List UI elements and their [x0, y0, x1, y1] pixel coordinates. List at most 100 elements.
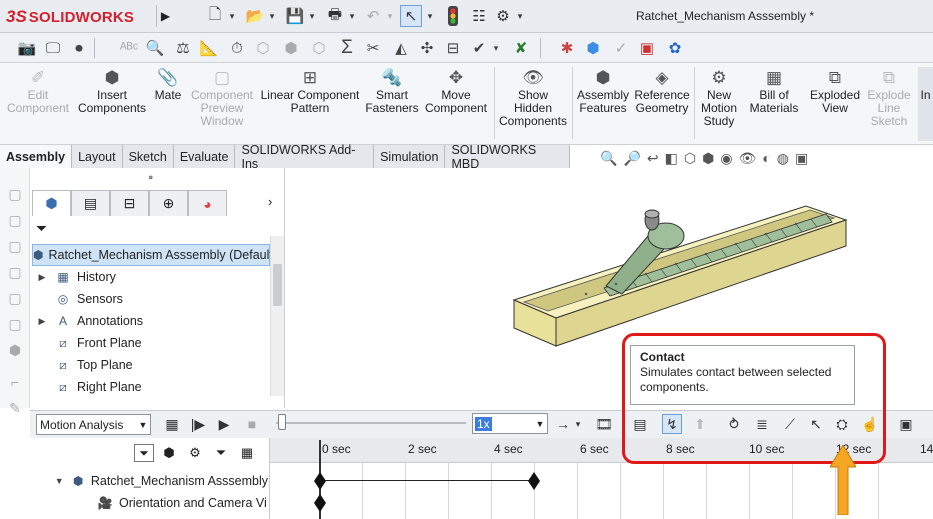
- panel-grip-icon[interactable]: ●: [148, 172, 153, 182]
- tree-item-top-plane[interactable]: ⧄ Top Plane: [36, 354, 270, 376]
- select-cursor-icon[interactable]: ↖: [400, 5, 422, 27]
- strip-part-icon[interactable]: ⬢: [6, 342, 24, 360]
- filter-animated-icon[interactable]: ⬢: [158, 445, 180, 461]
- tools-icon[interactable]: ✂: [362, 37, 384, 59]
- filter-driving-icon[interactable]: ⚙: [184, 445, 206, 461]
- play-from-start-icon[interactable]: |▶: [188, 414, 208, 434]
- tab-evaluate[interactable]: Evaluate: [173, 145, 236, 168]
- strip-sketch-icon[interactable]: ⌐: [6, 374, 24, 392]
- strip-tool-icon[interactable]: ✎: [6, 400, 24, 418]
- hide-show-icon[interactable]: 👁: [739, 150, 757, 167]
- tree-item-annotations[interactable]: ▶ A Annotations: [36, 310, 270, 332]
- mass-properties-icon[interactable]: ⚖: [172, 37, 194, 59]
- spell-check-icon[interactable]: ᴬᴮᶜ: [118, 37, 140, 59]
- sigma-equations-icon[interactable]: Σ: [336, 37, 358, 59]
- mate-button[interactable]: 📎 Mate: [150, 67, 186, 102]
- undo-icon[interactable]: ↶: [362, 5, 384, 27]
- strip-part-icon[interactable]: ▢: [6, 264, 24, 282]
- word-export-icon[interactable]: ▣: [636, 37, 658, 59]
- reference-geometry-button[interactable]: ◈ Reference Geometry: [632, 67, 692, 115]
- zoom-to-fit-icon[interactable]: 🔍: [600, 150, 617, 167]
- record-icon[interactable]: ⏺: [68, 37, 90, 59]
- calculate-icon[interactable]: ▦: [162, 414, 182, 434]
- menu-expand-arrow-icon[interactable]: ▶: [156, 5, 174, 27]
- save-animation-icon[interactable]: 🎞: [594, 414, 614, 434]
- tab-mbd[interactable]: SOLIDWORKS MBD: [445, 143, 570, 171]
- strip-part-icon[interactable]: ▢: [6, 212, 24, 230]
- performance-evaluation-icon[interactable]: ⏱: [226, 37, 248, 59]
- move-component-button[interactable]: ✥ Move Component: [422, 67, 490, 115]
- tree-item-sensors[interactable]: ◎ Sensors: [36, 288, 270, 310]
- tree-scrollbar[interactable]: [270, 236, 284, 396]
- open-folder-icon[interactable]: 📂: [244, 5, 266, 27]
- options-dropdown-icon[interactable]: ▾: [514, 5, 526, 27]
- part-icon[interactable]: ⬡: [308, 37, 330, 59]
- apply-scene-icon[interactable]: ◍: [777, 150, 789, 167]
- playback-speed-select[interactable]: 1x ▼: [472, 413, 548, 434]
- dynamic-annotation-icon[interactable]: ⬡: [684, 150, 696, 167]
- save-icon[interactable]: 💾: [284, 5, 306, 27]
- results-plots-icon[interactable]: ▣: [896, 414, 916, 434]
- key-point-start[interactable]: [313, 472, 327, 490]
- options-gear-icon[interactable]: ⚙: [492, 5, 514, 27]
- tree-root-assembly[interactable]: ⬢ Ratchet_Mechanism Asssembly (Default: [32, 244, 273, 266]
- camera-icon[interactable]: 📷: [16, 37, 38, 59]
- zoom-to-area-icon[interactable]: 🔎: [623, 150, 640, 167]
- tab-simulation[interactable]: Simulation: [374, 145, 446, 168]
- screen-capture-icon[interactable]: 🖵: [42, 37, 64, 59]
- rebuild-icon[interactable]: ⬢: [582, 37, 604, 59]
- check-icon[interactable]: ⬡: [252, 37, 274, 59]
- playback-mode-arrow-icon[interactable]: →: [553, 414, 573, 434]
- show-hidden-components-button[interactable]: 👁 Show Hidden Components: [496, 67, 570, 128]
- print-icon[interactable]: 🖶: [324, 5, 346, 27]
- tree-item-front-plane[interactable]: ⧄ Front Plane: [36, 332, 270, 354]
- playback-slider-thumb[interactable]: [278, 414, 286, 430]
- strip-part-icon[interactable]: ▢: [6, 316, 24, 334]
- playback-slider-track[interactable]: [276, 422, 466, 424]
- explode-line-sketch-button[interactable]: ⧉ Explode Line Sketch: [864, 67, 914, 128]
- save-dropdown-icon[interactable]: ▾: [306, 5, 318, 27]
- new-dropdown-icon[interactable]: ▾: [226, 5, 238, 27]
- scrollbar-thumb[interactable]: [273, 264, 282, 306]
- motion-tree-camera[interactable]: 🎥 Orientation and Camera Vi: [96, 492, 268, 514]
- new-motion-study-button[interactable]: ⚙ New Motion Study: [696, 67, 742, 128]
- assembly-features-button[interactable]: ⬢ Assembly Features: [574, 67, 632, 115]
- property-manager-tab[interactable]: ▤: [71, 190, 110, 216]
- rebuild-traffic-light-icon[interactable]: [442, 5, 464, 27]
- bill-of-materials-button[interactable]: ▦ Bill of Materials: [746, 67, 802, 115]
- key-point-end[interactable]: [527, 472, 541, 490]
- component-preview-window-button[interactable]: ▢ Component Preview Window: [188, 67, 256, 128]
- checkmark-icon[interactable]: ✓: [610, 37, 632, 59]
- interference-detection-icon[interactable]: 🔍: [144, 37, 166, 59]
- expand-arrow-icon[interactable]: ▶: [36, 316, 48, 327]
- tab-sketch[interactable]: Sketch: [122, 145, 174, 168]
- split-line-icon[interactable]: ✣: [416, 37, 438, 59]
- tree-item-right-plane[interactable]: ⧄ Right Plane: [36, 376, 270, 398]
- display-style-icon[interactable]: ◉: [720, 150, 732, 167]
- strip-part-icon[interactable]: ▢: [6, 186, 24, 204]
- strip-part-icon[interactable]: ▢: [6, 290, 24, 308]
- filter-selected-icon[interactable]: ⏷: [210, 445, 232, 461]
- edit-component-button[interactable]: ✐ Edit Component: [6, 67, 70, 115]
- select-dropdown-icon[interactable]: ▾: [424, 5, 436, 27]
- expand-arrow-icon[interactable]: ▶: [36, 272, 48, 283]
- smart-fasteners-button[interactable]: 🔩 Smart Fasteners: [364, 67, 420, 115]
- stop-icon[interactable]: ■: [242, 414, 262, 434]
- motion-tree-assembly[interactable]: ▼ ⬢ Ratchet_Mechanism Asssembly: [54, 470, 268, 492]
- view-settings-icon[interactable]: ▣: [795, 150, 808, 167]
- play-icon[interactable]: ▶: [214, 414, 234, 434]
- section-view-icon[interactable]: ◭: [390, 37, 412, 59]
- check-dropdown-icon[interactable]: ▾: [490, 37, 502, 59]
- filter-results-icon[interactable]: ▦: [236, 445, 258, 461]
- strip-part-icon[interactable]: ▢: [6, 238, 24, 256]
- feature-tree-tab[interactable]: ⬢: [32, 190, 71, 216]
- new-document-icon[interactable]: 🗋: [204, 5, 226, 27]
- instant3d-button[interactable]: In: [918, 67, 933, 141]
- tab-assembly[interactable]: Assembly: [0, 145, 73, 168]
- study-type-select[interactable]: Motion Analysis ▼: [36, 414, 151, 435]
- open-dropdown-icon[interactable]: ▾: [266, 5, 278, 27]
- undo-dropdown-icon[interactable]: ▾: [384, 5, 396, 27]
- export-excel-icon[interactable]: ✘: [510, 37, 532, 59]
- exploded-view-button[interactable]: ⧉ Exploded View: [806, 67, 864, 115]
- component-icon[interactable]: ⬢: [280, 37, 302, 59]
